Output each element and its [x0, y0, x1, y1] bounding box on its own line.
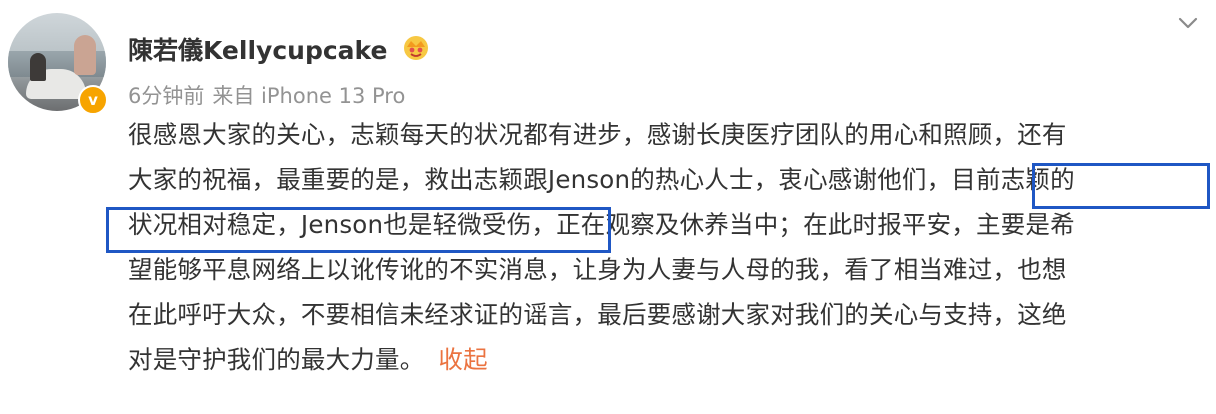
post-line: 在此呼吁大众，不要相信未经求证的谣言，最后要感谢大家对我们的关心与支持，这绝: [128, 300, 1067, 329]
chevron-down-icon[interactable]: [1176, 11, 1200, 35]
post-line: 状况相对稳定，Jenson也是轻微受伤，正在观察及休养当中；在此时报平安，主要是…: [128, 210, 1075, 239]
post-last-line: 对是守护我们的最大力量。 收起: [128, 337, 1204, 382]
author-name[interactable]: 陳若儀Kellycupcake: [128, 31, 387, 67]
post-source: 来自 iPhone 13 Pro: [212, 84, 406, 108]
post-line: 大家的祝福，最重要的是，救出志颖跟Jenson的热心人士，衷心感谢他们，目前志颖…: [128, 165, 1075, 194]
collapse-link[interactable]: 收起: [438, 345, 487, 374]
weibo-post: v 陳若儀Kellycupcake 6分钟前 来自 iPhone 13 Pro 很…: [0, 0, 1216, 414]
post-content: 很感恩大家的关心，志颖每天的状况都有进步，感谢长庚医疗团队的用心和照顾，还有 大…: [128, 112, 1204, 382]
post-line: 对是守护我们的最大力量。: [128, 345, 425, 374]
verified-badge-icon: v: [78, 85, 108, 115]
post-time: 6分钟前: [128, 84, 205, 108]
post-line: 很感恩大家的关心，志颖每天的状况都有进步，感谢长庚医疗团队的用心和照顾，还有: [128, 120, 1067, 149]
avatar-person-2: [74, 35, 96, 75]
post-meta: 6分钟前 来自 iPhone 13 Pro: [128, 80, 405, 110]
post-line: 望能够平息网络上以讹传讹的不实消息，让身为人妻与人母的我，看了相当难过，也想: [128, 255, 1067, 284]
avatar-person: [30, 53, 46, 81]
crown-icon: [404, 36, 428, 60]
